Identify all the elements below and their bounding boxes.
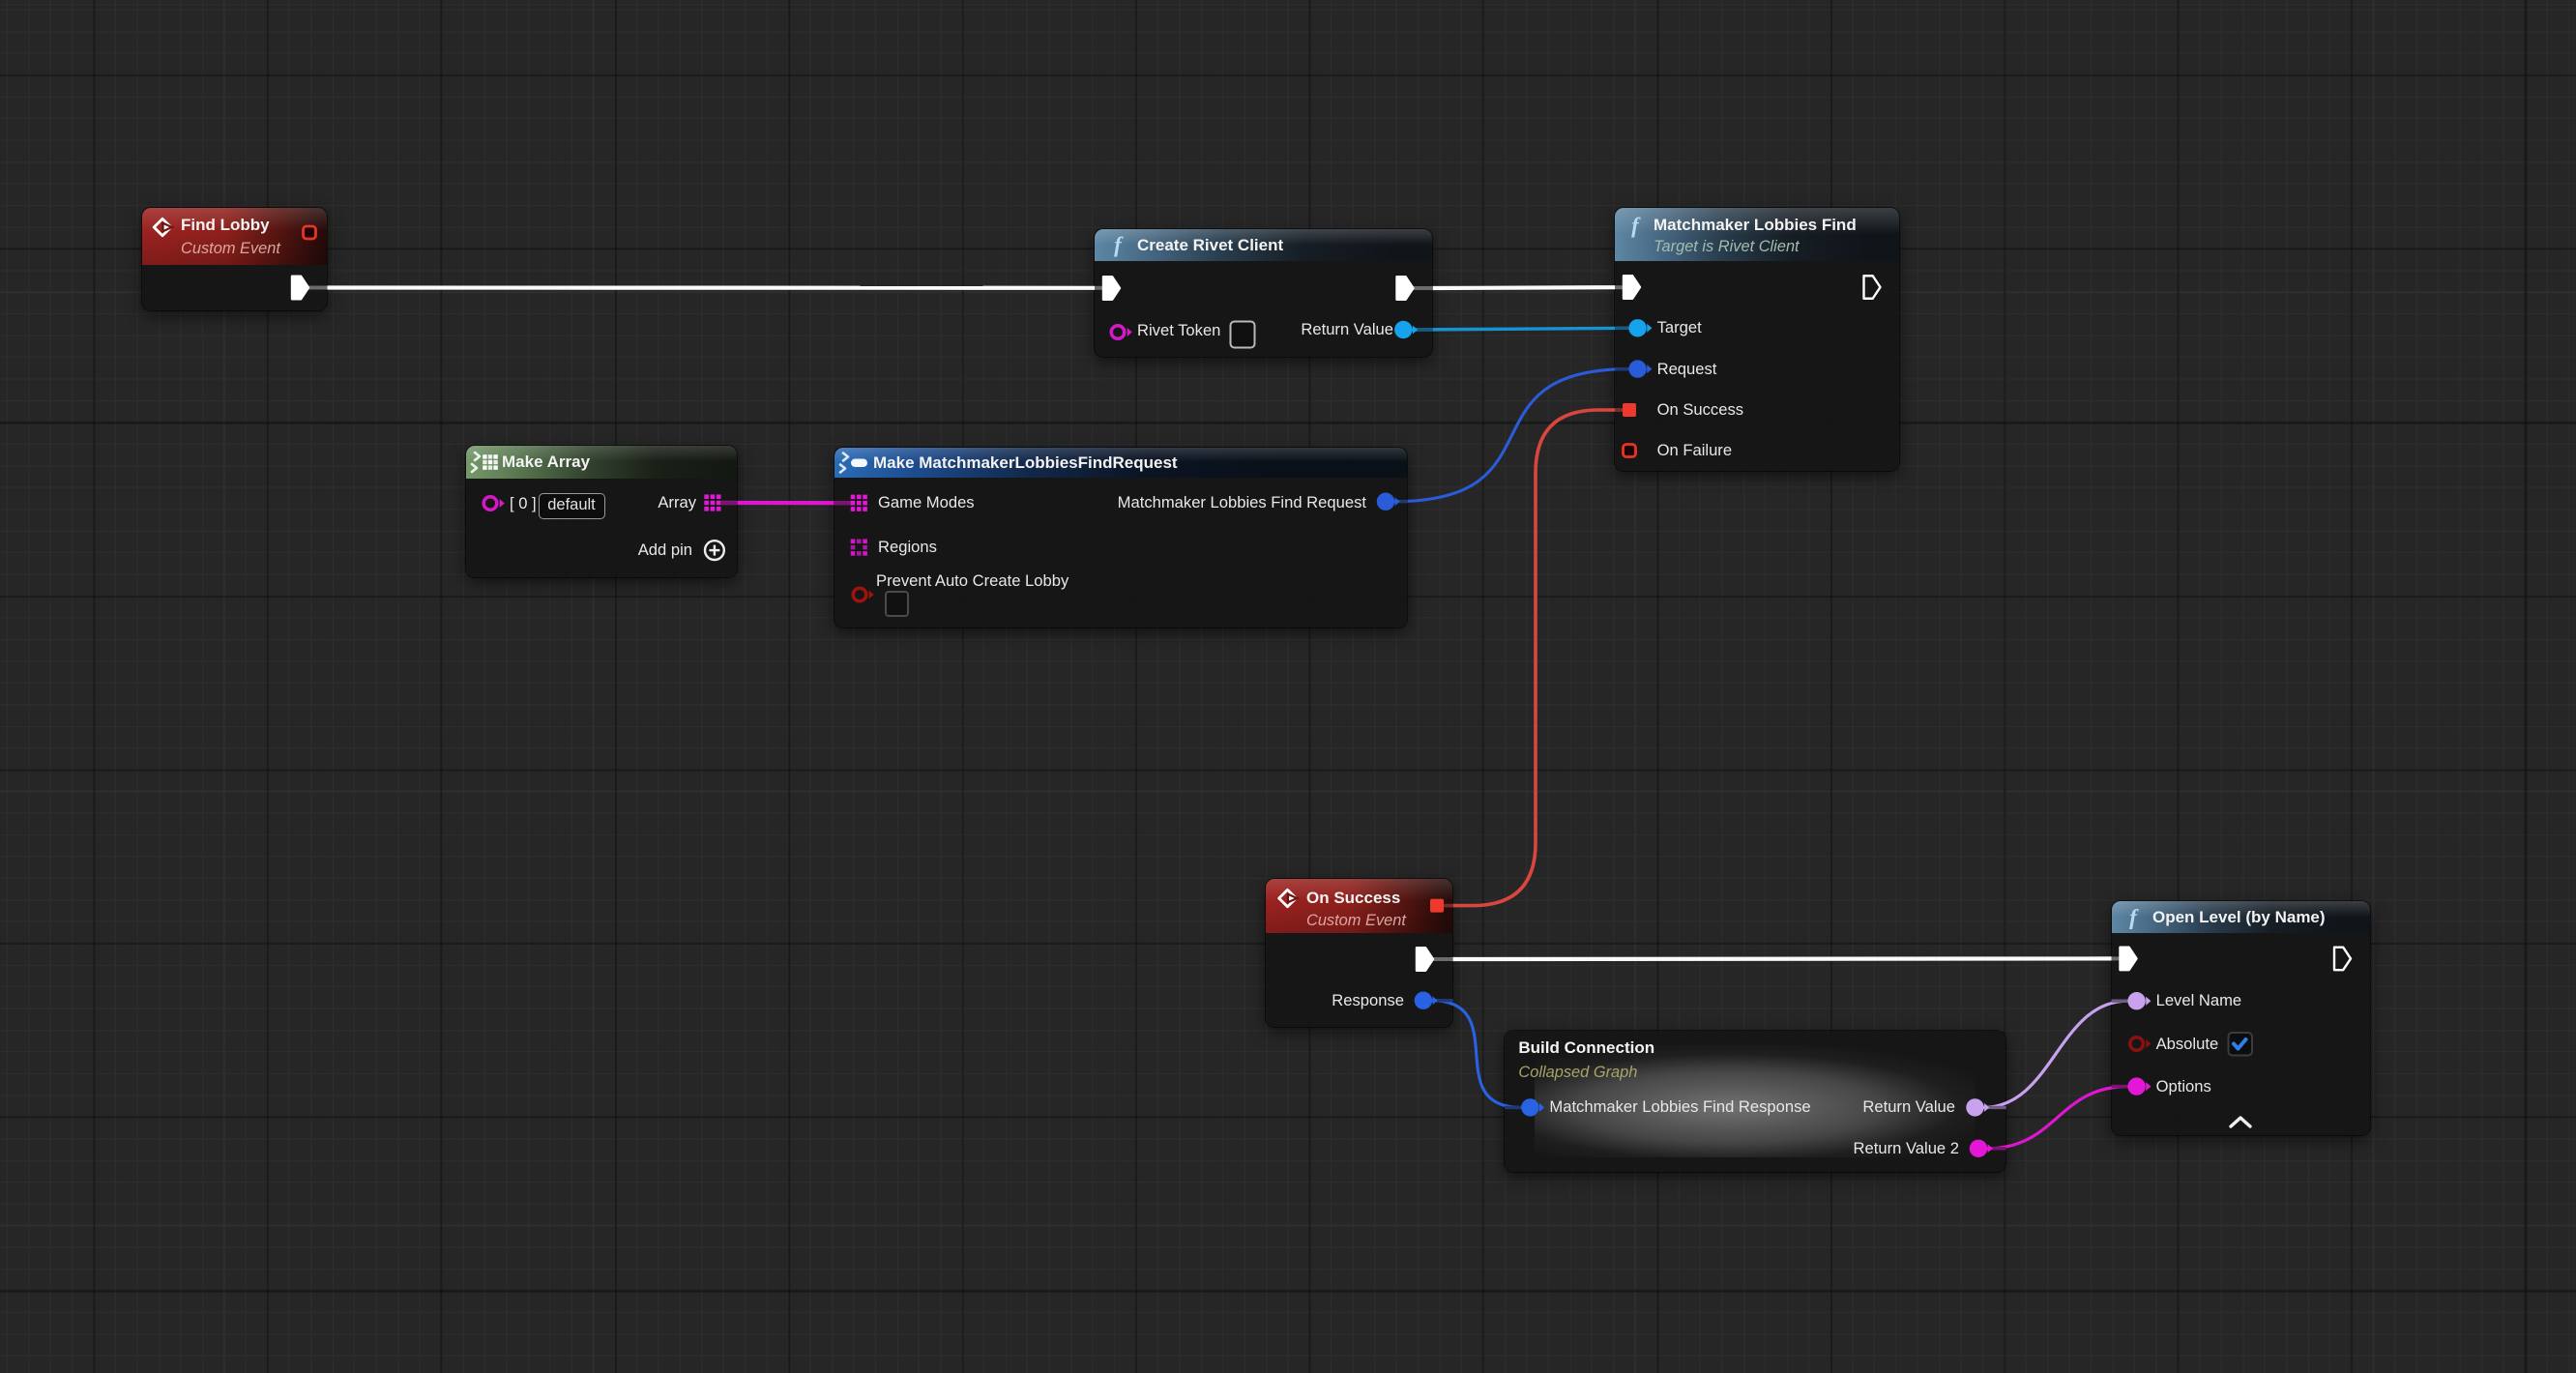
svg-text:f: f <box>1631 213 1641 237</box>
svg-text:f: f <box>2129 905 2139 929</box>
svg-text:f: f <box>1114 232 1124 256</box>
